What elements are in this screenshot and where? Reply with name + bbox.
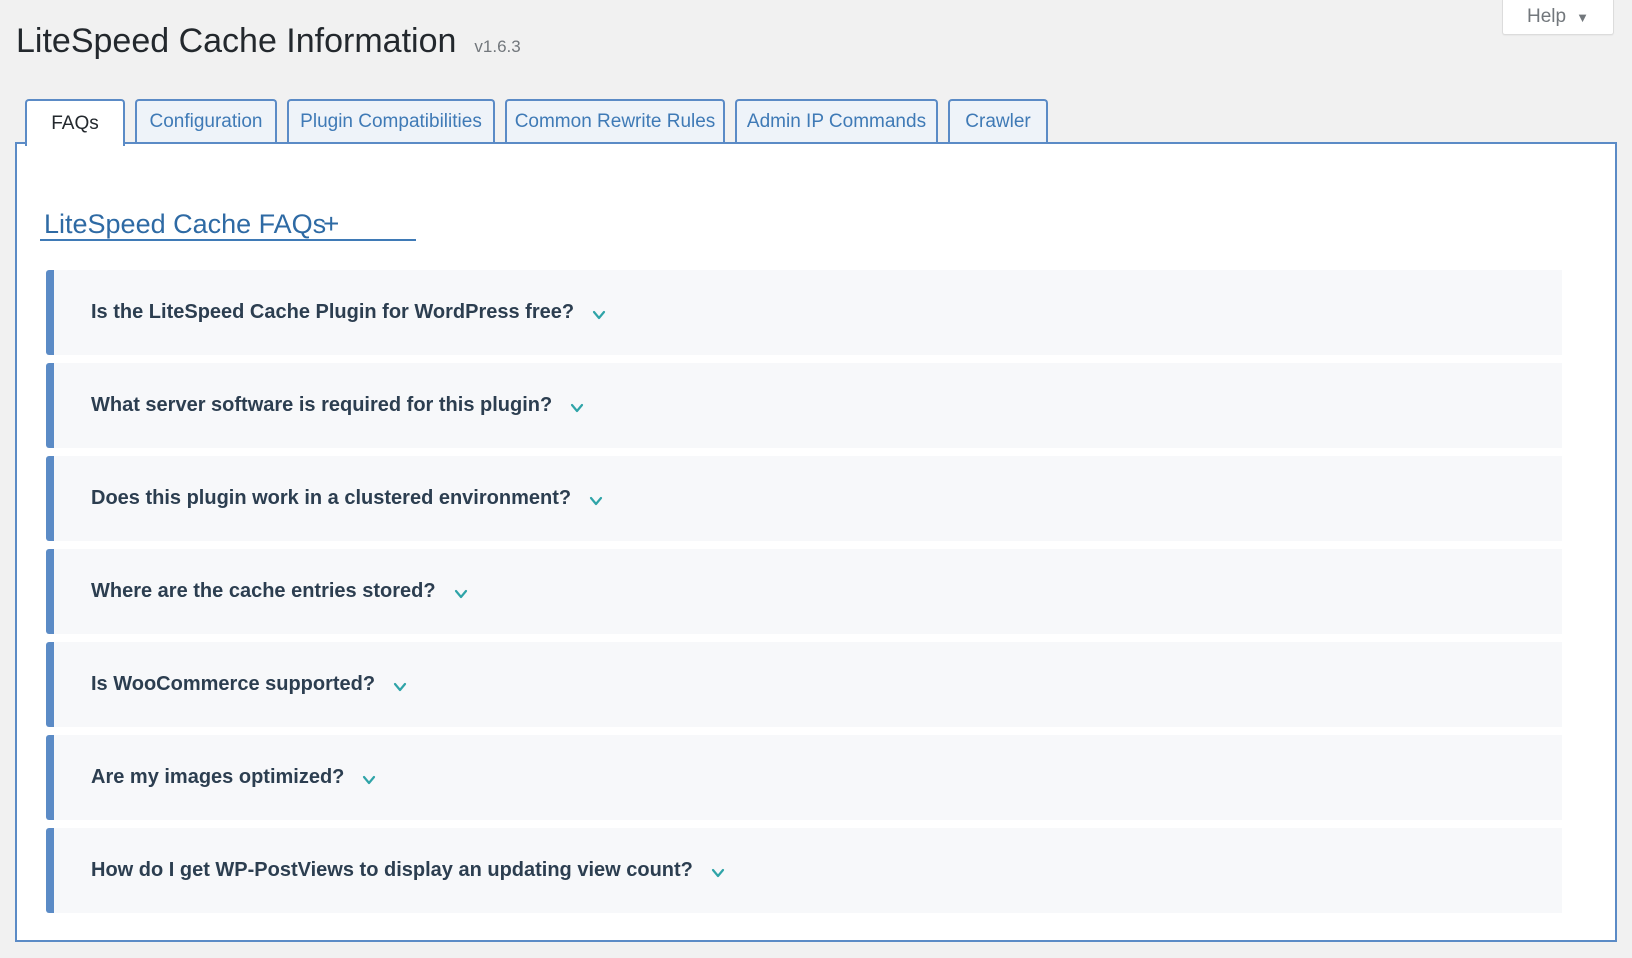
tab-crawler[interactable]: Crawler [948, 99, 1048, 143]
chevron-down-icon [393, 680, 407, 694]
chevron-down-icon [570, 401, 584, 415]
tab-configuration[interactable]: Configuration [135, 99, 277, 143]
chevron-down-icon [362, 773, 376, 787]
caret-down-icon: ▼ [1576, 9, 1589, 25]
faq-question: What server software is required for thi… [91, 394, 553, 416]
chevron-down-icon [711, 866, 725, 880]
chevron-down-icon [592, 308, 606, 322]
faq-question: Where are the cache entries stored? [91, 580, 436, 602]
tab-common-rewrite-rules[interactable]: Common Rewrite Rules [505, 99, 725, 143]
page-title: LiteSpeed Cache Information [16, 22, 457, 60]
chevron-down-icon [454, 587, 468, 601]
tab-faqs[interactable]: FAQs [25, 99, 125, 146]
faq-heading-label: LiteSpeed Cache FAQs [44, 209, 327, 239]
faq-item[interactable]: Are my images optimized? [46, 735, 1562, 820]
faq-item[interactable]: What server software is required for thi… [46, 363, 1562, 448]
faq-section-heading: LiteSpeed Cache FAQs + [40, 208, 416, 241]
help-tab-button[interactable]: Help ▼ [1502, 0, 1614, 35]
tab-admin-ip-commands[interactable]: Admin IP Commands [735, 99, 938, 143]
faq-panel: LiteSpeed Cache FAQs + Is the LiteSpeed … [15, 142, 1617, 942]
chevron-down-icon [589, 494, 603, 508]
help-label: Help [1527, 6, 1567, 27]
faq-question: Is the LiteSpeed Cache Plugin for WordPr… [91, 301, 575, 323]
faq-item[interactable]: How do I get WP-PostViews to display an … [46, 828, 1562, 913]
tab-plugin-compatibilities[interactable]: Plugin Compatibilities [287, 99, 495, 143]
faq-question: Are my images optimized? [91, 766, 345, 788]
faq-item[interactable]: Is WooCommerce supported? [46, 642, 1562, 727]
faq-question: Is WooCommerce supported? [91, 673, 376, 695]
faq-item[interactable]: Where are the cache entries stored? [46, 549, 1562, 634]
version-label: v1.6.3 [474, 37, 521, 56]
faq-item[interactable]: Is the LiteSpeed Cache Plugin for WordPr… [46, 270, 1562, 355]
faq-question: How do I get WP-PostViews to display an … [91, 859, 693, 881]
faq-item[interactable]: Does this plugin work in a clustered env… [46, 456, 1562, 541]
faq-question: Does this plugin work in a clustered env… [91, 487, 572, 509]
expand-all-icon[interactable]: + [323, 208, 339, 240]
page-header: LiteSpeed Cache Information v1.6.3 [16, 22, 521, 61]
faq-list: Is the LiteSpeed Cache Plugin for WordPr… [46, 270, 1562, 921]
